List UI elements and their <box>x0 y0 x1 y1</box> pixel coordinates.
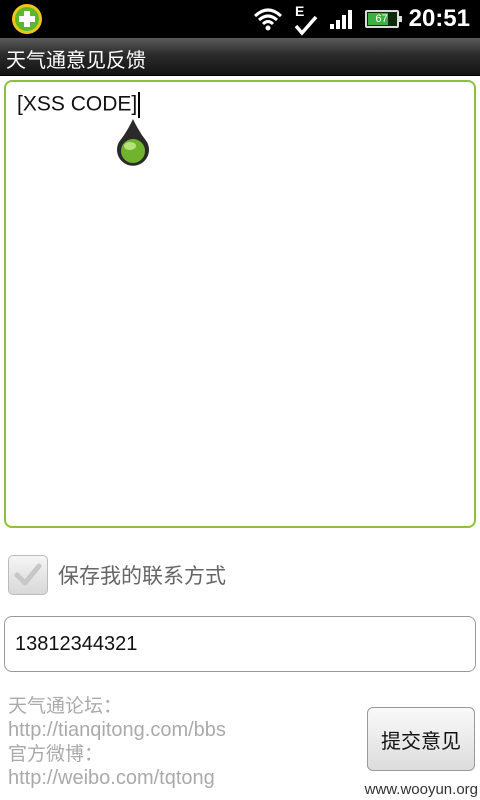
forum-label: 天气通论坛： <box>8 695 123 717</box>
save-contact-checkbox[interactable] <box>8 555 48 595</box>
save-contact-row[interactable]: 保存我的联系方式 <box>8 555 226 595</box>
checkmark-icon <box>14 563 42 586</box>
clock: 20:51 <box>408 5 470 32</box>
text-selection-handle[interactable] <box>115 118 151 170</box>
status-icons: E 67 20:51 <box>253 0 470 38</box>
phone-input[interactable]: 13812344321 <box>4 616 476 672</box>
signal-icon <box>329 10 352 29</box>
app-badge-icon[interactable] <box>10 3 44 35</box>
weibo-link[interactable]: http://weibo.com/tqtong <box>8 766 226 790</box>
title-bar: 天气通意见反馈 <box>0 38 480 76</box>
feedback-textarea[interactable]: [XSS CODE] <box>4 80 476 528</box>
text-cursor <box>138 92 141 118</box>
battery-icon: 67 <box>364 10 402 28</box>
wifi-icon <box>253 8 282 31</box>
watermark: www.wooyun.org <box>362 780 480 800</box>
battery-level: 67 <box>375 13 388 25</box>
forum-link[interactable]: http://tianqitong.com/bbs <box>8 718 226 742</box>
submit-feedback-button[interactable]: 提交意见 <box>367 707 475 771</box>
save-contact-label: 保存我的联系方式 <box>58 564 226 588</box>
edge-sync-icon: E <box>294 3 317 36</box>
feedback-value-wrap: [XSS CODE] <box>17 92 141 118</box>
footer-links: 天气通论坛： http://tianqitong.com/bbs 官方微博： h… <box>8 694 226 790</box>
status-bar: E 67 20:51 <box>0 0 480 38</box>
weibo-label: 官方微博： <box>8 743 104 765</box>
network-type-label: E <box>295 3 304 19</box>
page-title: 天气通意见反馈 <box>6 48 146 72</box>
feedback-value: [XSS CODE] <box>17 92 138 116</box>
